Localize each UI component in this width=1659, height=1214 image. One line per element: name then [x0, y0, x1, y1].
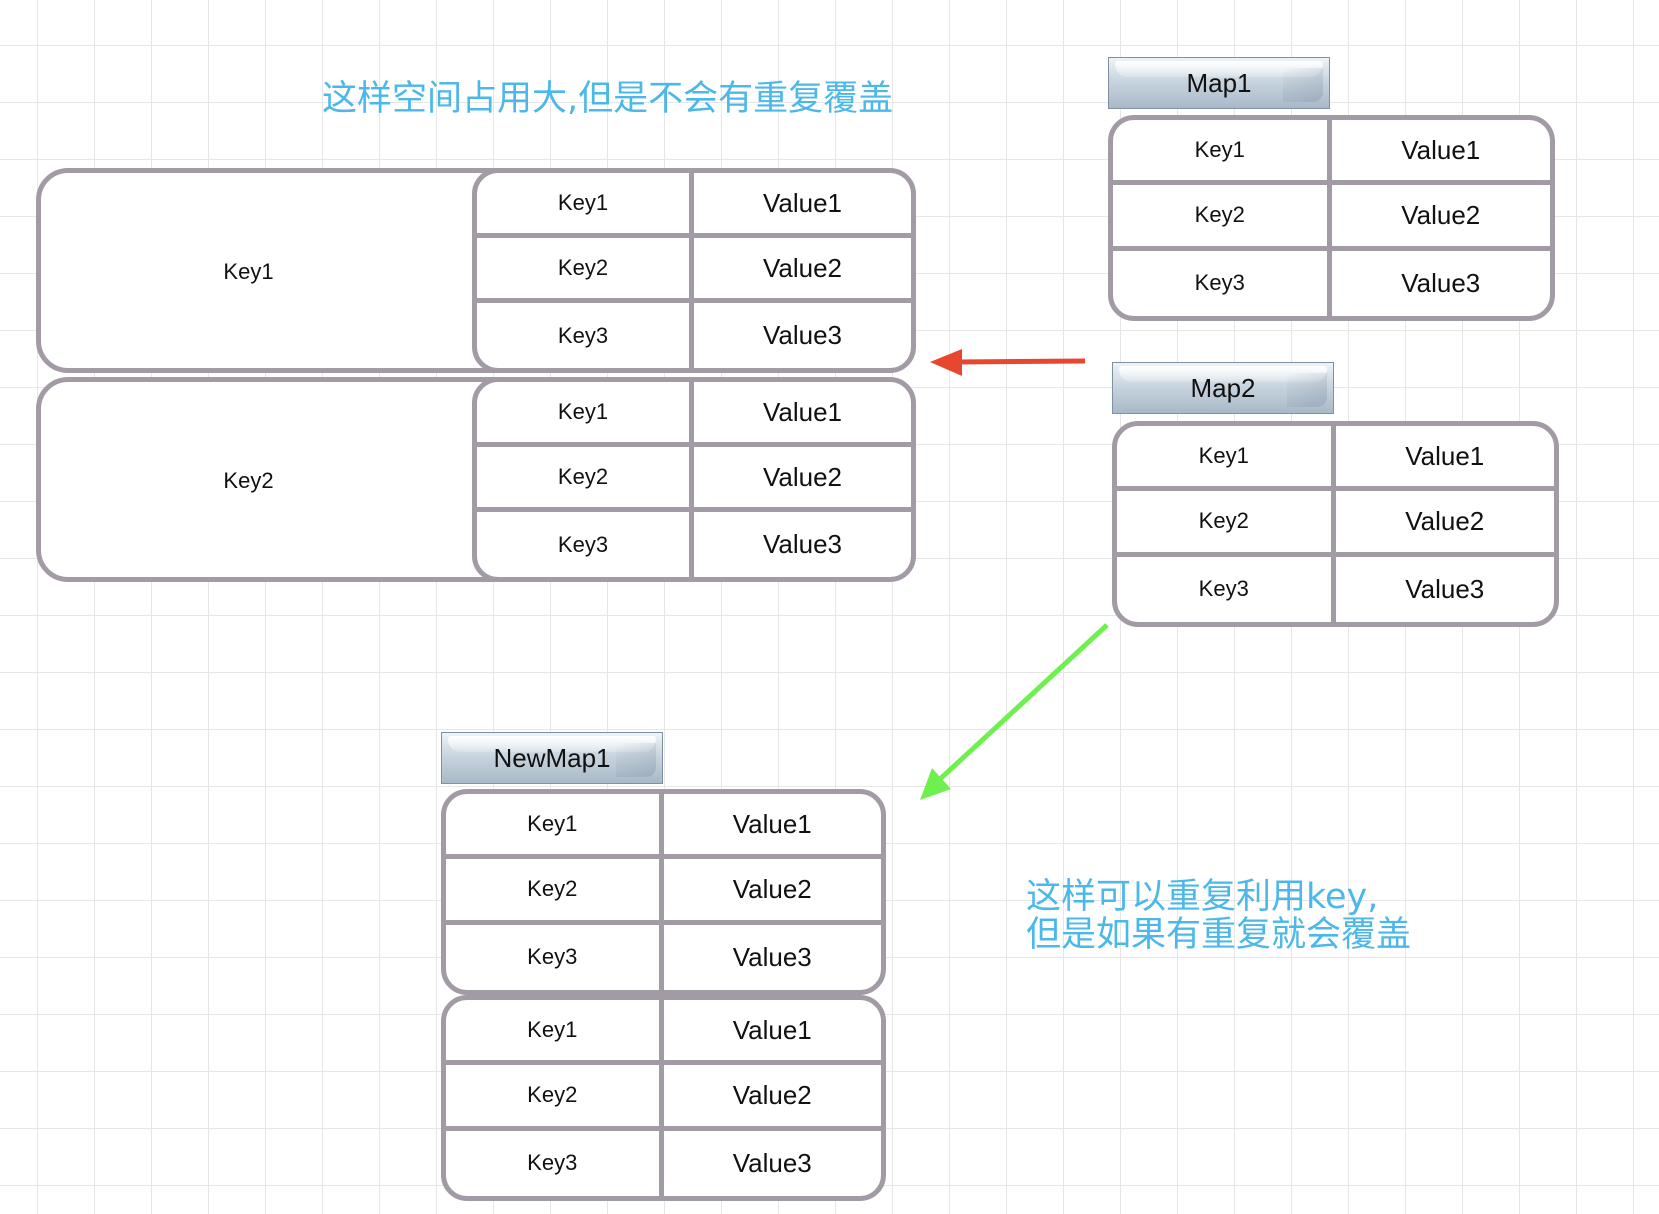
connector-arrows: [920, 349, 1109, 800]
green-arrow-icon: [920, 623, 1109, 800]
newmap1-title-label: NewMap1: [493, 742, 611, 773]
map1-title-label: Map1: [1186, 67, 1252, 98]
map2-title-label: Map2: [1190, 372, 1256, 403]
red-arrow-icon: [930, 349, 1086, 376]
